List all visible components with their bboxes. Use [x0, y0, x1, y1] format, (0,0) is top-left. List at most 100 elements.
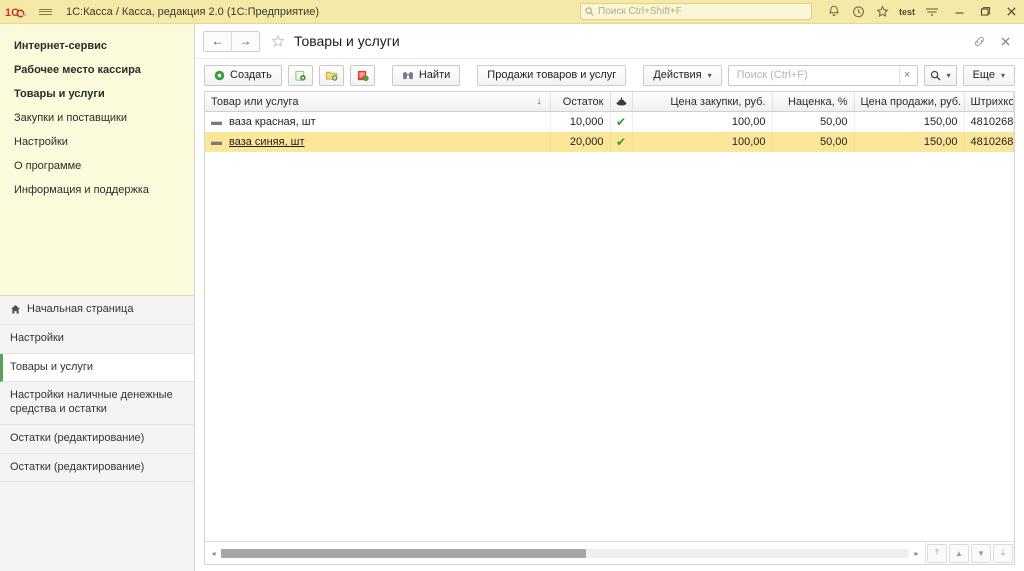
window-body: Интернет-сервис Рабочее место кассира То… [0, 24, 1024, 571]
navigation-buttons: ← → [203, 30, 260, 52]
cell-stock: 10,000 [550, 111, 611, 132]
star-icon[interactable] [870, 0, 894, 23]
application-window: 1C 1С:Касса / Касса, редакция 2.0 (1С:Пр… [0, 0, 1024, 571]
cell-item-name: ▬ ваза красная, шт [205, 111, 551, 132]
minimize-button[interactable] [946, 0, 972, 23]
close-tab-icon[interactable] [994, 30, 1016, 52]
delete-mark-icon[interactable] [349, 64, 375, 86]
cell-sale-price: 150,00 [854, 132, 965, 152]
plus-circle-icon [214, 70, 225, 80]
chevron-down-icon: ▾ [946, 70, 951, 80]
user-label[interactable]: test [894, 0, 920, 23]
search-clear-button[interactable]: × [898, 66, 915, 84]
global-search-input[interactable]: Поиск Ctrl+Shift+F [580, 3, 812, 20]
actions-button[interactable]: Действия ▾ [643, 64, 722, 86]
history-icon[interactable] [846, 0, 870, 23]
sidebar-item-settings[interactable]: Настройки [0, 130, 194, 154]
sidebar-item-purchases-and-suppliers[interactable]: Закупки и поставщики [0, 106, 194, 130]
table-row[interactable]: ▬ ваза синяя, шт 20,000 ✔ 100,00 50,00 1… [205, 132, 1014, 152]
magnifier-icon [930, 70, 941, 81]
move-down-button[interactable]: ▼ [971, 543, 991, 563]
nav-item-home[interactable]: Начальная страница [0, 296, 194, 325]
create-button[interactable]: Создать [204, 64, 282, 86]
create-button-label: Создать [230, 69, 272, 81]
list-toolbar: Создать Найти Продажи товаров и услуг Де… [195, 59, 1024, 91]
move-to-bottom-button[interactable]: ⤓ [993, 543, 1013, 563]
nav-item-settings[interactable]: Настройки [0, 324, 194, 354]
copy-protected-icon[interactable] [287, 64, 313, 86]
sidebar-item-cashier-workplace[interactable]: Рабочее место кассира [0, 58, 194, 82]
nav-item-goods-and-services[interactable]: Товары и услуги [0, 353, 194, 383]
app-logo-icon: 1C [0, 5, 32, 19]
list-search-box[interactable]: × [727, 64, 918, 86]
sidebar-item-goods-and-services[interactable]: Товары и услуги [0, 82, 194, 106]
link-icon[interactable] [968, 30, 990, 52]
content-header-actions [968, 30, 1016, 52]
sales-of-goods-button[interactable]: Продажи товаров и услуг [477, 64, 627, 86]
table-footer: ◂ ▸ ⤒ ▲ ▼ ⤓ [204, 541, 1015, 565]
nav-item-stock-edit-2[interactable]: Остатки (редактирование) [0, 453, 194, 483]
table-header-row: ↓ Товар или услуга Остаток Цена закупки,… [205, 92, 1014, 112]
forward-button[interactable]: → [231, 31, 259, 51]
column-header-stock[interactable]: Остаток [550, 92, 611, 112]
home-icon [10, 304, 21, 315]
cell-stock: 20,000 [550, 132, 611, 152]
restore-button[interactable] [972, 0, 998, 23]
page-title: Товары и услуги [294, 33, 400, 49]
sidebar-item-about[interactable]: О программе [0, 154, 194, 178]
scrollbar-track[interactable] [221, 548, 909, 558]
horizontal-scrollbar[interactable]: ◂ ▸ [205, 542, 925, 564]
actions-button-label: Действия [653, 69, 702, 81]
scroll-right-button[interactable]: ▸ [911, 549, 922, 558]
titlebar-icons: test [822, 0, 944, 23]
sort-arrow-icon: ↓ [536, 95, 542, 107]
nav-item-cash-settings[interactable]: Настройки наличные денежные средства и о… [0, 382, 194, 425]
cell-item-name: ▬ ваза синяя, шт [205, 132, 551, 152]
scrollbar-thumb[interactable] [221, 548, 586, 558]
column-header-sale-price[interactable]: Цена продажи, руб. [854, 92, 965, 112]
find-button-label: Найти [418, 69, 451, 81]
global-search-placeholder: Поиск Ctrl+Shift+F [598, 6, 682, 17]
table-row[interactable]: ▬ ваза красная, шт 10,000 ✔ 100,00 50,00… [205, 111, 1014, 132]
cell-barcode: 4810268031083 [964, 111, 1014, 132]
sidebar-item-internet-service[interactable]: Интернет-сервис [0, 34, 194, 58]
column-header-barcode[interactable]: Штрихкод [964, 92, 1014, 112]
bell-icon[interactable] [822, 0, 846, 23]
more-button[interactable]: Еще ▾ [962, 64, 1015, 86]
close-button[interactable] [998, 0, 1024, 23]
column-header-service[interactable] [610, 92, 633, 112]
scroll-left-button[interactable]: ◂ [208, 549, 219, 558]
cell-purchase-price: 100,00 [632, 111, 773, 132]
nav-item-home-label: Начальная страница [27, 303, 134, 315]
column-header-purchase-price[interactable]: Цена закупки, руб. [632, 92, 773, 112]
sidebar-filler [0, 482, 194, 571]
new-folder-icon[interactable] [318, 64, 344, 86]
cell-purchase-price: 100,00 [632, 132, 773, 152]
move-to-top-button[interactable]: ⤒ [927, 543, 947, 563]
column-header-item[interactable]: ↓ Товар или услуга [205, 92, 551, 112]
goods-table: ↓ Товар или услуга Остаток Цена закупки,… [204, 91, 1015, 541]
check-icon: ✔ [615, 114, 627, 129]
item-marker-icon: ▬ [211, 135, 222, 148]
cell-markup: 50,00 [772, 132, 855, 152]
column-header-markup[interactable]: Наценка, % [772, 92, 855, 112]
search-options-button[interactable]: ▾ [923, 64, 957, 86]
window-buttons [946, 0, 1024, 23]
find-button[interactable]: Найти [391, 64, 461, 86]
item-name-label: ваза красная, шт [229, 116, 316, 128]
favorite-star-icon[interactable] [271, 34, 285, 48]
service-icon [616, 97, 626, 106]
chevron-down-icon: ▾ [1000, 70, 1005, 80]
row-move-buttons: ⤒ ▲ ▼ ⤓ [925, 542, 1014, 564]
main-panel: ← → Товары и услуги Создать Найти Продаж… [195, 24, 1024, 571]
item-marker-icon: ▬ [211, 115, 222, 128]
nav-item-stock-edit-1[interactable]: Остатки (редактирование) [0, 424, 194, 454]
search-input[interactable] [734, 68, 899, 82]
move-up-button[interactable]: ▲ [949, 543, 969, 563]
goods-table-element: ↓ Товар или услуга Остаток Цена закупки,… [205, 92, 1014, 152]
main-menu-button[interactable] [32, 7, 58, 16]
sidebar-open-pages: Начальная страница Настройки Товары и ус… [0, 296, 194, 571]
sidebar-item-info-and-support[interactable]: Информация и поддержка [0, 178, 194, 202]
main-menu-icon[interactable] [920, 0, 944, 23]
back-button[interactable]: ← [204, 31, 231, 51]
